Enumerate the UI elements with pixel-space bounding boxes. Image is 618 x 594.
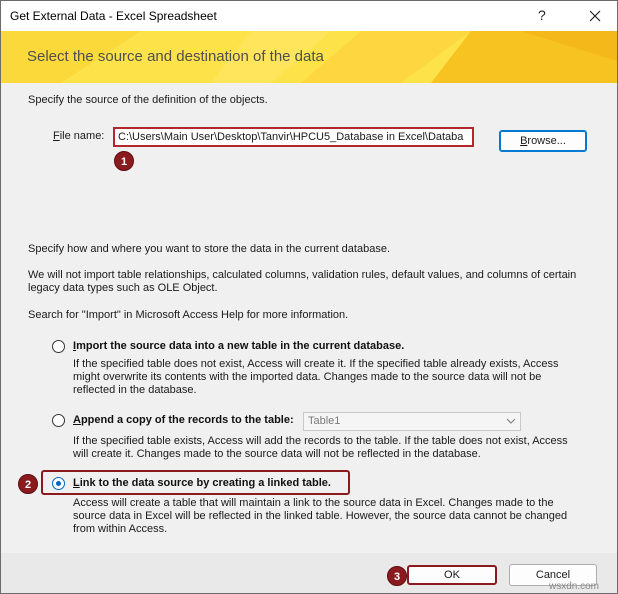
store-intro: Specify how and where you want to store … — [28, 243, 391, 255]
option-append-label[interactable]: Append a copy of the records to the tabl… — [73, 414, 294, 426]
title-bar: Get External Data - Excel Spreadsheet ? — [1, 1, 617, 31]
dialog-window: Get External Data - Excel Spreadsheet ? … — [0, 0, 618, 594]
option-import-description: If the specified table does not exist, A… — [73, 358, 559, 396]
option-append-description: If the specified table exists, Access wi… — [73, 435, 568, 460]
option-link-accel: L — [73, 477, 80, 489]
radio-append[interactable] — [52, 414, 65, 427]
option-import-text: mport the source data into a new table i… — [76, 340, 405, 352]
header-banner: Select the source and destination of the… — [1, 31, 617, 83]
file-name-label-text: ile name: — [59, 130, 105, 142]
store-help: Search for "Import" in Microsoft Access … — [28, 309, 349, 321]
option-link-description: Access will create a table that will mai… — [73, 497, 568, 535]
source-intro: Specify the source of the definition of … — [28, 94, 268, 106]
file-name-label: File name: — [53, 130, 104, 142]
radio-import[interactable] — [52, 340, 65, 353]
option-import-label[interactable]: Import the source data into a new table … — [73, 340, 404, 352]
option-link-label[interactable]: Link to the data source by creating a li… — [73, 477, 331, 489]
browse-button[interactable]: Browse... — [499, 130, 587, 152]
step-marker-1: 1 — [114, 151, 134, 171]
browse-text: rowse... — [527, 135, 566, 147]
step-marker-2: 2 — [18, 474, 38, 494]
store-note: We will not import table relationships, … — [28, 269, 577, 294]
banner-heading: Select the source and destination of the… — [27, 48, 324, 65]
ok-button[interactable]: OK — [407, 565, 497, 585]
append-table-select[interactable]: Table1 — [303, 412, 521, 431]
file-name-label-accel: F — [53, 130, 60, 142]
chevron-down-icon — [506, 418, 516, 424]
watermark: wsxdn.com — [549, 581, 600, 592]
help-button[interactable]: ? — [538, 7, 546, 23]
append-table-value: Table1 — [308, 415, 341, 427]
option-link-text: ink to the data source by creating a lin… — [79, 477, 331, 489]
close-button[interactable] — [583, 5, 607, 27]
window-title: Get External Data - Excel Spreadsheet — [10, 9, 217, 23]
radio-link[interactable] — [52, 477, 65, 490]
option-append-text: ppend a copy of the records to the table… — [80, 414, 294, 426]
file-name-input[interactable]: C:\Users\Main User\Desktop\Tanvir\HPCU5_… — [113, 127, 474, 147]
close-icon — [589, 10, 601, 22]
step-marker-3: 3 — [387, 566, 407, 586]
option-append-accel: A — [73, 414, 81, 426]
